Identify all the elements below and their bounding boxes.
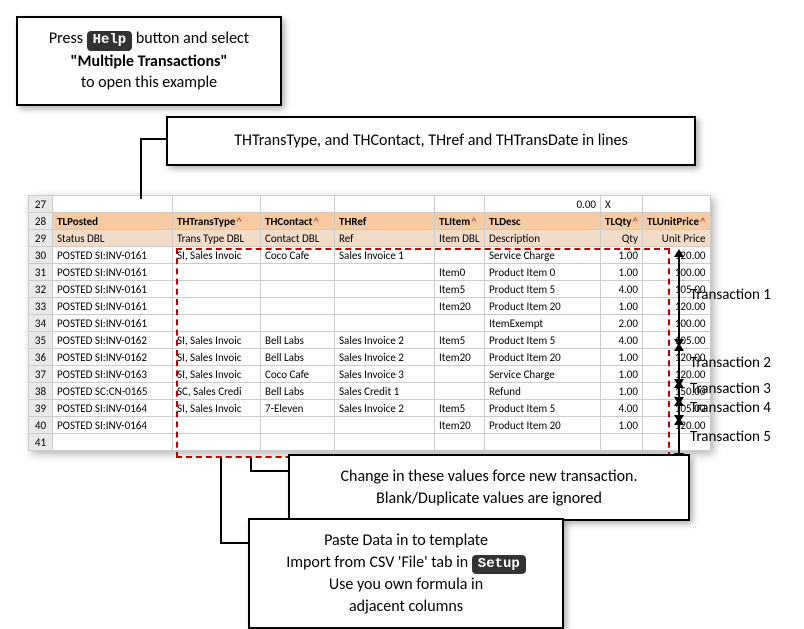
- text: Import from CSV 'File' tab in: [286, 553, 472, 572]
- header-row-codes: 28 TLPosted THTransType^ THContact^ THRe…: [29, 213, 711, 230]
- spreadsheet-table: 27 0.00 X 28 TLPosted THTransType^ THCon…: [28, 195, 711, 451]
- text: THTransType, and THContact, THref and TH…: [234, 131, 628, 150]
- table-row: 35POSTED SI:INV-0162SI, Sales InvoicBell…: [29, 332, 711, 349]
- text: Paste Data in to template: [266, 530, 546, 552]
- header-row-labels: 29 Status DBL Trans Type DBL Contact DBL…: [29, 230, 711, 247]
- text: Change in these values force new transac…: [306, 466, 672, 488]
- text: Use you own formula in: [266, 574, 546, 596]
- status-flag: X: [601, 196, 643, 213]
- table-row: 32POSTED SI:INV-0161Item5Product Item 54…: [29, 281, 711, 298]
- table-row: 39POSTED SI:INV-0164SI, Sales Invoic7-El…: [29, 400, 711, 417]
- table-row: 33POSTED SI:INV-0161Item20Product Item 2…: [29, 298, 711, 315]
- table-row: 30POSTED SI:INV-0161SI, Sales InvoicCoco…: [29, 247, 711, 264]
- callout-paste-import: Paste Data in to template Import from CS…: [248, 518, 564, 629]
- text: Press: [49, 29, 87, 48]
- transaction-label-1: Transaction 1: [690, 286, 771, 304]
- text: button and select: [136, 29, 249, 48]
- table-row: 38POSTED SC:CN-0165SC, Sales CrediBell L…: [29, 383, 711, 400]
- text: Blank/Duplicate values are ignored: [306, 488, 672, 510]
- transaction-label-3: Transaction 3: [690, 380, 771, 398]
- text: adjacent columns: [266, 596, 546, 618]
- table-row: 37POSTED SI:INV-0163SI, Sales InvoicCoco…: [29, 366, 711, 383]
- callout-header-fields: THTransType, and THContact, THref and TH…: [166, 116, 696, 166]
- transaction-label-5: Transaction 5: [690, 428, 771, 446]
- table-row: 31POSTED SI:INV-0161Item0Product Item 01…: [29, 264, 711, 281]
- transaction-label-2: Transaction 2: [690, 354, 771, 372]
- status-value: 0.00: [485, 196, 601, 213]
- transaction-label-4: Transaction 4: [690, 399, 771, 417]
- setup-pill: Setup: [472, 555, 526, 575]
- text: "Multiple Transactions": [71, 52, 228, 71]
- callout-change-rule: Change in these values force new transac…: [288, 454, 690, 521]
- row-number: 27: [29, 196, 53, 213]
- callout-help: Press Help button and select "Multiple T…: [16, 16, 282, 106]
- table-row: 34POSTED SI:INV-0161ItemExempt2.00100.00: [29, 315, 711, 332]
- text: to open this example: [81, 73, 217, 92]
- table-row: 40POSTED SI:INV-0164Item20Product Item 2…: [29, 417, 711, 434]
- table-row: 36POSTED SI:INV-0162SI, Sales InvoicBell…: [29, 349, 711, 366]
- help-button-pill: Help: [87, 31, 133, 51]
